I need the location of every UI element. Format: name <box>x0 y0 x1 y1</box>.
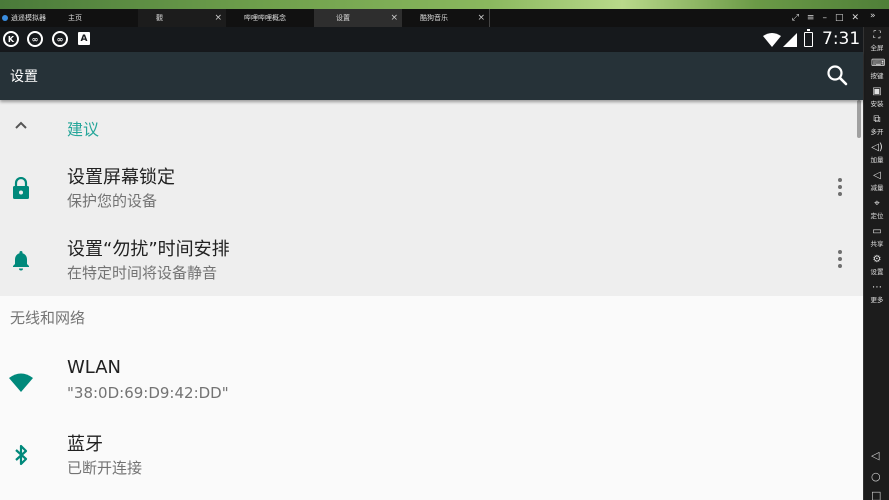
fullscreen-icon: ⛶ <box>873 30 881 41</box>
a-badge-icon: A <box>78 32 90 45</box>
back-nav-icon[interactable]: ◁ <box>871 449 879 462</box>
sidebar-fullscreen[interactable]: ⛶ 全屏 <box>864 30 889 57</box>
tab-label: 觀 <box>156 14 163 22</box>
sidebar-more[interactable]: ⋯ 更多 <box>864 282 889 309</box>
sidebar-share[interactable]: ▭ 共享 <box>864 226 889 253</box>
tab-label: 哔哩哔哩概念 <box>244 14 286 22</box>
emulator-tab-bar: 逍遥模拟器 主页 觀 × 哔哩哔哩概念 设置 × 酷狗音乐 × <box>0 9 889 27</box>
bluetooth-icon <box>15 444 28 466</box>
sidebar-location[interactable]: ⌖ 定位 <box>864 198 889 225</box>
tab-close-icon[interactable]: × <box>214 12 222 24</box>
row-title: 设置屏幕锁定 <box>67 167 175 188</box>
sidebar-label: 定位 <box>870 212 884 220</box>
android-status-bar: K ∞ ∞ A 7:31 <box>0 27 863 52</box>
scrollbar[interactable] <box>857 100 861 138</box>
maximize-icon[interactable]: □ <box>835 13 844 23</box>
desktop-background-strip <box>0 0 889 9</box>
sidebar-label: 安装 <box>870 100 884 108</box>
row-subtitle: 保护您的设备 <box>67 192 158 210</box>
chevron-up-icon[interactable] <box>14 120 28 130</box>
tab-home[interactable]: 主页 <box>60 9 138 27</box>
emulator-window: 逍遥模拟器 主页 觀 × 哔哩哔哩概念 设置 × 酷狗音乐 × ⤢ ≡ – □ … <box>0 0 889 500</box>
bell-icon <box>13 251 29 271</box>
tab-emulator[interactable]: 逍遥模拟器 <box>0 9 60 27</box>
signal-icon <box>783 33 797 47</box>
multi-instance-icon: ⧉ <box>873 114 881 125</box>
location-pin-icon: ⌖ <box>874 198 880 209</box>
row-subtitle: "38:0D:69:D9:42:DD" <box>67 384 229 402</box>
row-title: WLAN <box>67 357 122 378</box>
emulator-logo-icon <box>2 15 8 21</box>
lock-icon <box>13 177 29 199</box>
tab-label: 主页 <box>68 14 82 22</box>
section-header-wireless: 无线和网络 <box>10 309 86 327</box>
keyboard-icon: ⌨ <box>871 58 886 69</box>
resize-icon[interactable]: ⤢ <box>792 13 799 23</box>
volume-down-icon: ◁ <box>873 170 881 181</box>
row-title: 设置“勿扰”时间安排 <box>67 239 230 260</box>
more-vert-icon[interactable] <box>836 178 844 198</box>
more-vert-icon[interactable] <box>836 250 844 270</box>
suggestions-card: 建议 设置屏幕锁定 保护您的设备 设置“勿扰”时间安排 在特定时间将设备静音 <box>0 100 863 296</box>
recents-nav-icon[interactable]: □ <box>871 489 881 500</box>
wifi-icon <box>9 373 33 392</box>
window-controls: ⤢ ≡ – □ ✕ <box>792 9 859 27</box>
battery-icon <box>804 29 813 47</box>
tab-label: 酷狗音乐 <box>420 14 448 22</box>
row-subtitle: 已断开连接 <box>67 459 143 477</box>
suggestion-screen-lock[interactable]: 设置屏幕锁定 保护您的设备 <box>0 152 863 224</box>
folder-share-icon: ▭ <box>872 226 882 237</box>
sidebar-settings[interactable]: ⚙ 设置 <box>864 254 889 281</box>
sidebar-install[interactable]: ▣ 安装 <box>864 86 889 113</box>
suggestions-header[interactable]: 建议 <box>0 100 863 152</box>
wifi-status-icon <box>763 33 781 47</box>
settings-list: 建议 设置屏幕锁定 保护您的设备 设置“勿扰”时间安排 在特定时间将设备静音 无… <box>0 100 863 500</box>
sidebar-multi-instance[interactable]: ⧉ 多开 <box>864 114 889 141</box>
sidebar-label: 全屏 <box>870 44 884 52</box>
app-toolbar: 设置 <box>0 52 863 100</box>
sidebar-label: 减量 <box>870 184 884 192</box>
tab-bilibili[interactable]: 哔哩哔哩概念 <box>226 9 314 27</box>
tab-label: 设置 <box>336 14 350 22</box>
emulator-sidebar: ⛶ 全屏 ⌨ 按键 ▣ 安装 ⧉ 多开 ◁) 加量 ◁ 减量 ⌖ 定位 ▭ 共享 <box>863 27 889 500</box>
tab-settings[interactable]: 设置 × <box>314 9 402 27</box>
sidebar-label: 更多 <box>870 296 884 304</box>
setting-bluetooth[interactable]: 蓝牙 已断开连接 <box>0 419 863 491</box>
tab-label: 逍遥模拟器 <box>11 14 46 22</box>
close-window-icon[interactable]: ✕ <box>851 13 859 23</box>
k-app-icon: K <box>3 31 19 47</box>
home-nav-icon[interactable]: ○ <box>871 470 881 483</box>
suggestions-title: 建议 <box>67 120 100 139</box>
row-subtitle: 在特定时间将设备静音 <box>67 264 218 282</box>
sidebar-volume-down[interactable]: ◁ 减量 <box>864 170 889 197</box>
sidebar-top-corner: » <box>863 9 889 27</box>
tab-kugou-music[interactable]: 酷狗音乐 × <box>402 9 490 27</box>
collapse-sidebar-icon[interactable]: » <box>870 11 876 21</box>
gear-icon: ⚙ <box>872 254 882 265</box>
sidebar-volume-up[interactable]: ◁) 加量 <box>864 142 889 169</box>
sidebar-label: 多开 <box>870 128 884 136</box>
search-icon[interactable] <box>826 64 848 86</box>
oo-app-icon: ∞ <box>27 31 43 47</box>
clock: 7:31 <box>822 29 861 49</box>
row-title: 蓝牙 <box>67 434 103 455</box>
volume-up-icon: ◁) <box>871 142 883 153</box>
page-title: 设置 <box>10 69 38 85</box>
tab-close-icon[interactable]: × <box>477 12 485 24</box>
menu-icon[interactable]: ≡ <box>807 13 815 23</box>
setting-wlan[interactable]: WLAN "38:0D:69:D9:42:DD" <box>0 346 863 418</box>
sidebar-label: 共享 <box>870 240 884 248</box>
minimize-icon[interactable]: – <box>822 13 827 23</box>
install-apk-icon: ▣ <box>872 86 882 97</box>
sidebar-label: 设置 <box>870 268 884 276</box>
sidebar-keymap[interactable]: ⌨ 按键 <box>864 58 889 85</box>
oo-app-icon-2: ∞ <box>52 31 68 47</box>
sidebar-label: 按键 <box>870 72 884 80</box>
suggestion-do-not-disturb[interactable]: 设置“勿扰”时间安排 在特定时间将设备静音 <box>0 224 863 296</box>
more-dots-icon: ⋯ <box>872 282 882 293</box>
sidebar-label: 加量 <box>870 156 884 164</box>
tab-app-1[interactable]: 觀 × <box>138 9 226 27</box>
tab-close-icon[interactable]: × <box>390 12 398 24</box>
